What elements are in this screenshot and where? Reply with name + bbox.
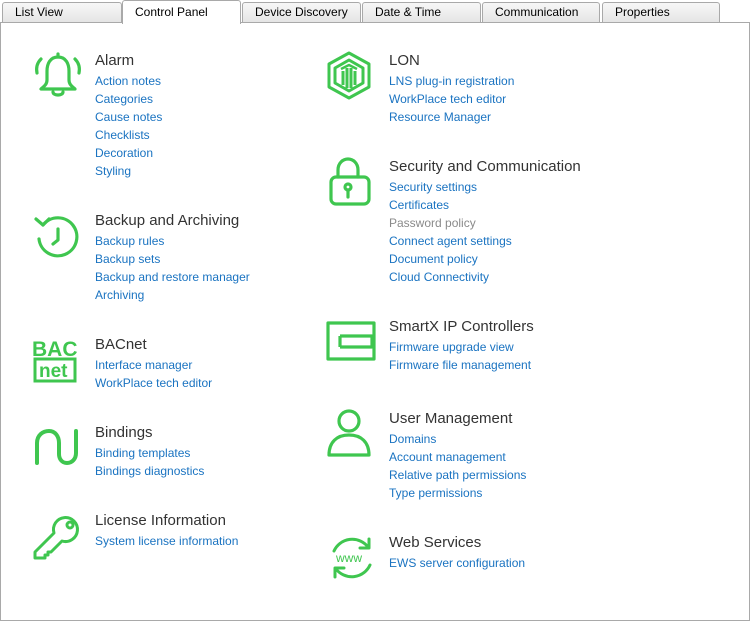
- security-links: Security settings Certificates Password …: [389, 178, 512, 286]
- link-resource-manager[interactable]: Resource Manager: [389, 108, 514, 126]
- link-cloud-connectivity[interactable]: Cloud Connectivity: [389, 268, 512, 286]
- link-ews-server-configuration[interactable]: EWS server configuration: [389, 554, 525, 572]
- bindings-icon: [32, 423, 84, 475]
- link-backup-restore-manager[interactable]: Backup and restore manager: [95, 268, 250, 286]
- bacnet-logo-icon: BAC net: [32, 335, 84, 387]
- tab-device-discovery[interactable]: Device Discovery: [242, 2, 361, 23]
- link-checklists[interactable]: Checklists: [95, 126, 162, 144]
- section-title-smartx: SmartX IP Controllers: [389, 318, 534, 335]
- link-bacnet-workplace-tech-editor[interactable]: WorkPlace tech editor: [95, 374, 212, 392]
- link-backup-rules[interactable]: Backup rules: [95, 232, 250, 250]
- clock-restore-icon: [32, 211, 84, 263]
- section-title-users: User Management: [389, 410, 513, 427]
- section-title-lon: LON: [389, 52, 420, 69]
- link-lon-workplace-tech-editor[interactable]: WorkPlace tech editor: [389, 90, 514, 108]
- link-type-permissions[interactable]: Type permissions: [389, 484, 526, 502]
- bell-icon: [32, 51, 84, 103]
- link-certificates[interactable]: Certificates: [389, 196, 512, 214]
- user-icon: [326, 409, 378, 461]
- link-connect-agent-settings[interactable]: Connect agent settings: [389, 232, 512, 250]
- link-system-license-information[interactable]: System license information: [95, 532, 238, 550]
- smartx-links: Firmware upgrade view Firmware file mana…: [389, 338, 531, 374]
- control-panel: Alarm Action notes Categories Cause note…: [0, 22, 750, 621]
- section-title-bindings: Bindings: [95, 424, 153, 441]
- link-categories[interactable]: Categories: [95, 90, 162, 108]
- section-title-web: Web Services: [389, 534, 482, 551]
- link-archiving[interactable]: Archiving: [95, 286, 250, 304]
- link-cause-notes[interactable]: Cause notes: [95, 108, 162, 126]
- link-password-policy: Password policy: [389, 216, 476, 230]
- tab-communication[interactable]: Communication: [482, 2, 600, 23]
- key-icon: [32, 511, 84, 563]
- lon-hexagon-icon: [326, 51, 378, 103]
- link-account-management[interactable]: Account management: [389, 448, 526, 466]
- bacnet-links: Interface manager WorkPlace tech editor: [95, 356, 212, 392]
- section-title-security: Security and Communication: [389, 158, 581, 175]
- link-decoration[interactable]: Decoration: [95, 144, 162, 162]
- link-relative-path-permissions[interactable]: Relative path permissions: [389, 466, 526, 484]
- link-backup-sets[interactable]: Backup sets: [95, 250, 250, 268]
- link-lns-plugin-registration[interactable]: LNS plug-in registration: [389, 72, 514, 90]
- license-links: System license information: [95, 532, 238, 550]
- link-domains[interactable]: Domains: [389, 430, 526, 448]
- link-action-notes[interactable]: Action notes: [95, 72, 162, 90]
- bindings-links: Binding templates Bindings diagnostics: [95, 444, 204, 480]
- padlock-icon: [326, 157, 378, 209]
- tab-bar: List View Date & Time Communication Prop…: [0, 0, 750, 24]
- tab-list-view[interactable]: List View: [2, 2, 122, 23]
- lon-links: LNS plug-in registration WorkPlace tech …: [389, 72, 514, 126]
- tab-date-time[interactable]: Date & Time: [362, 2, 481, 23]
- link-security-settings[interactable]: Security settings: [389, 178, 512, 196]
- controller-icon: [326, 317, 378, 369]
- section-title-backup: Backup and Archiving: [95, 212, 240, 229]
- users-links: Domains Account management Relative path…: [389, 430, 526, 502]
- link-bindings-diagnostics[interactable]: Bindings diagnostics: [95, 462, 204, 480]
- tab-control-panel[interactable]: Control Panel: [122, 0, 241, 24]
- link-document-policy[interactable]: Document policy: [389, 250, 512, 268]
- link-binding-templates[interactable]: Binding templates: [95, 444, 204, 462]
- section-title-bacnet: BACnet: [95, 336, 147, 353]
- www-sync-icon: www: [326, 533, 378, 585]
- web-links: EWS server configuration: [389, 554, 525, 572]
- link-firmware-upgrade-view[interactable]: Firmware upgrade view: [389, 338, 531, 356]
- section-title-license: License Information: [95, 512, 226, 529]
- link-interface-manager[interactable]: Interface manager: [95, 356, 212, 374]
- tab-properties[interactable]: Properties: [602, 2, 720, 23]
- bacnet-logo-text-bottom: net: [39, 361, 68, 382]
- link-styling[interactable]: Styling: [95, 162, 162, 180]
- section-title-alarm: Alarm: [95, 52, 135, 69]
- www-icon-text: www: [335, 551, 362, 565]
- backup-links: Backup rules Backup sets Backup and rest…: [95, 232, 250, 304]
- link-firmware-file-management[interactable]: Firmware file management: [389, 356, 531, 374]
- alarm-links: Action notes Categories Cause notes Chec…: [95, 72, 162, 180]
